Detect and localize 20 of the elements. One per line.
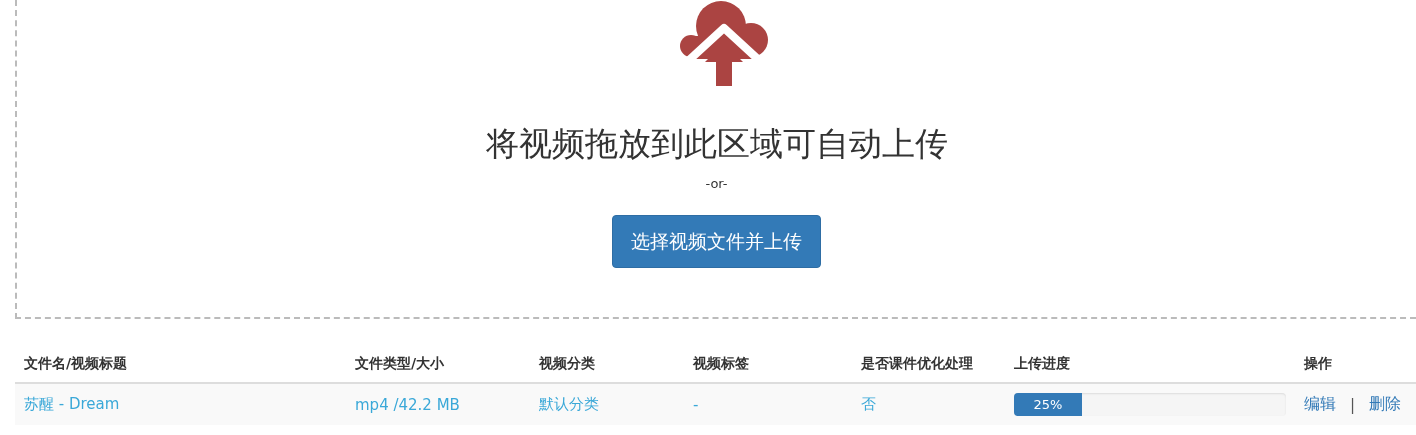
column-header: 操作 — [1303, 354, 1333, 373]
action-separator: | — [1350, 395, 1356, 414]
column-header: 视频标签 — [692, 354, 750, 373]
edit-link[interactable]: 编辑 — [1304, 394, 1336, 415]
column-header: 是否课件优化处理 — [860, 354, 974, 373]
column-header: 上传进度 — [1013, 354, 1071, 373]
column-header: 视频分类 — [538, 354, 596, 373]
video-title-link[interactable]: 苏醒 - Dream — [24, 395, 120, 413]
column-header: 文件类型/大小 — [354, 354, 446, 373]
dropzone-title: 将视频拖放到此区域可自动上传 — [485, 124, 948, 164]
or-separator: -or- — [705, 176, 728, 191]
cloud-upload-icon — [679, 0, 769, 88]
optimized-link[interactable]: 否 — [861, 395, 876, 413]
column-header: 文件名/视频标题 — [23, 354, 129, 373]
tags-value: - — [693, 395, 699, 414]
upload-button[interactable]: 选择视频文件并上传 — [612, 215, 821, 268]
file-type-size: mp4 /42.2 MB — [355, 395, 460, 414]
category-link[interactable]: 默认分类 — [539, 395, 599, 413]
progress-fill: 25% — [1014, 393, 1082, 416]
delete-link[interactable]: 删除 — [1369, 394, 1402, 415]
